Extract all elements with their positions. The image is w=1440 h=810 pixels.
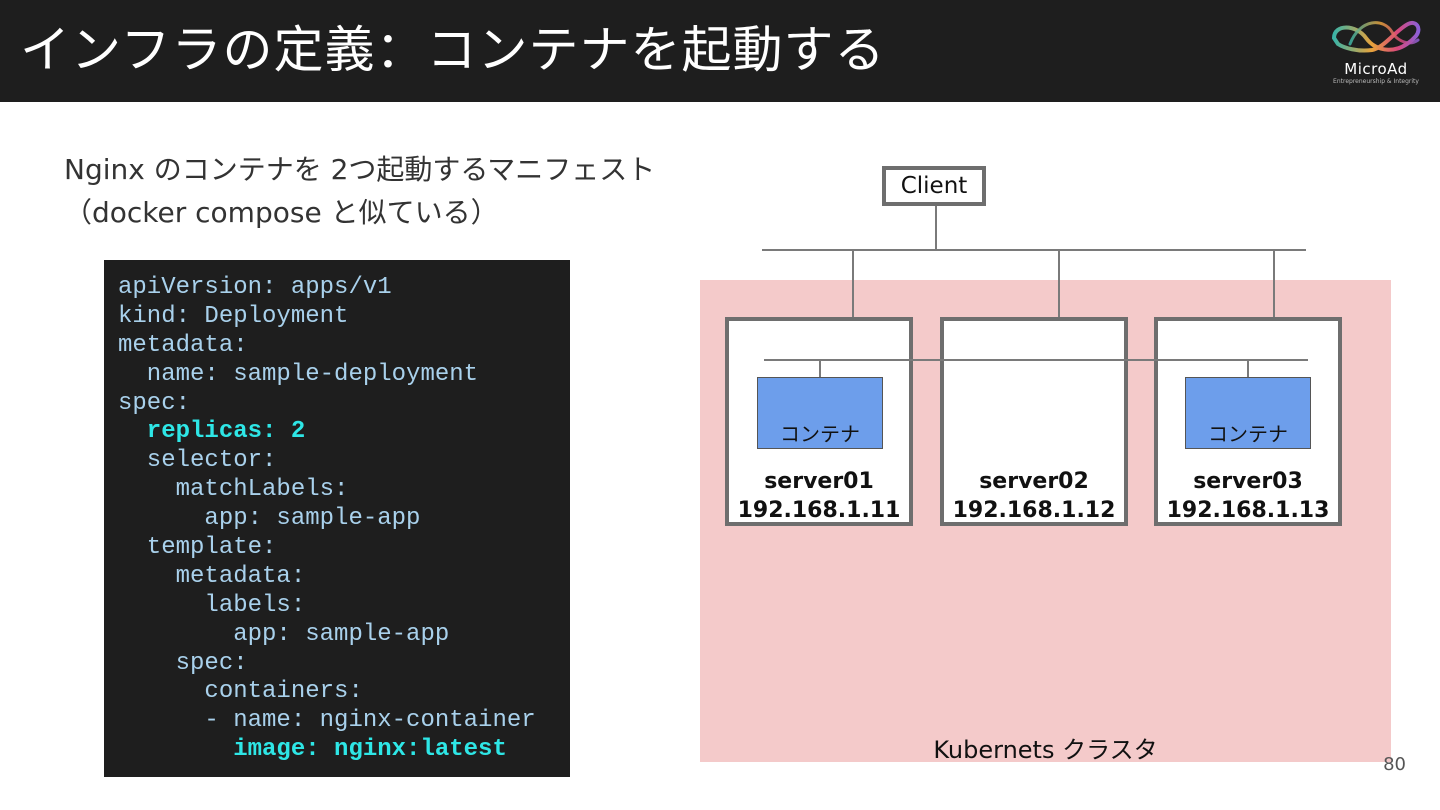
page-number: 80 (1383, 754, 1406, 775)
container-box-03: コンテナ (1185, 377, 1311, 449)
cluster-label: Kubernets クラスタ (933, 736, 1158, 764)
container-box-01: コンテナ (757, 377, 883, 449)
container-label: コンテナ (780, 422, 860, 446)
container-label: コンテナ (1208, 422, 1288, 446)
